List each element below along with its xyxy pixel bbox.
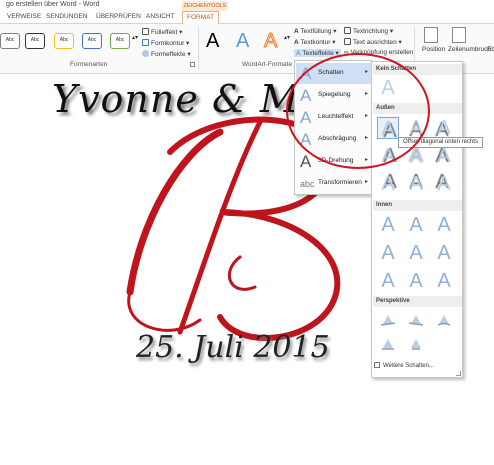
shape-effects-icon bbox=[142, 50, 149, 57]
menu-item-label: Transformieren bbox=[318, 179, 362, 186]
wordart-style-blue[interactable]: A bbox=[236, 30, 249, 53]
shadow-option-perspective-4[interactable] bbox=[379, 338, 397, 350]
align-text-button[interactable]: Text ausrichten ▾ bbox=[344, 38, 402, 46]
tab-ansicht[interactable]: ANSICHT bbox=[146, 13, 175, 20]
shadow-option-inner-2[interactable]: A bbox=[405, 214, 427, 236]
group-separator bbox=[198, 27, 199, 69]
shadow-option-outer-8[interactable]: A bbox=[405, 173, 427, 195]
shape-effects-label: Formeffekte bbox=[151, 51, 186, 58]
shadow-option-perspective-1[interactable] bbox=[379, 314, 397, 326]
more-shadows-label: Weitere Schatten... bbox=[383, 363, 434, 369]
title-bar: go erstellen über Word - Word ZEICHENTOO… bbox=[0, 0, 494, 11]
shadow-option-outer-3[interactable]: A bbox=[433, 117, 455, 139]
gallery-section-inner: Innen bbox=[373, 200, 462, 211]
wordart-style-orange[interactable]: A bbox=[263, 30, 277, 53]
shadow-option-inner-5[interactable]: A bbox=[405, 242, 427, 264]
shadow-option-inner-3[interactable]: A bbox=[433, 214, 455, 236]
text-effects-icon: A bbox=[296, 50, 301, 57]
shape-style-2[interactable]: Abc bbox=[25, 33, 45, 49]
text-effects-label: Texteffekte bbox=[302, 50, 334, 57]
position-icon[interactable] bbox=[424, 27, 438, 43]
align-text-label: Text ausrichten bbox=[353, 39, 397, 46]
name-line[interactable]: Yvonne & M bbox=[52, 77, 300, 121]
shape-style-3[interactable]: Abc bbox=[54, 33, 74, 49]
shadow-option-inner-6[interactable]: A bbox=[433, 242, 455, 264]
tab-ueberpruefen[interactable]: ÜBERPRÜFEN bbox=[96, 13, 141, 20]
window-title: go erstellen über Word - Word bbox=[6, 1, 100, 8]
formenarten-launcher-icon[interactable] bbox=[190, 62, 195, 67]
shape-effects-button[interactable]: Formeffekte ▾ bbox=[142, 50, 191, 58]
group-label-wordart: WordArt-Formate bbox=[242, 61, 293, 68]
shadow-option-inner-7[interactable]: A bbox=[377, 270, 399, 292]
shadow-options-icon bbox=[374, 362, 380, 368]
shape-outline-button[interactable]: Formkontur ▾ bbox=[142, 39, 189, 47]
text-direction-label: Textrichtung bbox=[353, 28, 389, 35]
shape-style-1[interactable]: Abc bbox=[0, 33, 20, 49]
shadow-option-inner-1[interactable]: A bbox=[377, 214, 399, 236]
position-label[interactable]: Position bbox=[422, 46, 445, 53]
resize-grip-icon[interactable] bbox=[456, 371, 461, 376]
text-fill-button[interactable]: A Textfüllung ▾ bbox=[294, 27, 337, 35]
menu-item-transform[interactable]: abc Transformieren ▸ bbox=[296, 173, 371, 194]
wrap-text-label[interactable]: Zeilenumbruch bbox=[448, 46, 491, 53]
shadow-option-perspective-2[interactable] bbox=[407, 314, 425, 326]
tab-sendungen[interactable]: SENDUNGEN bbox=[46, 13, 88, 20]
text-fill-icon: A bbox=[294, 28, 299, 35]
context-tab-group-label: ZEICHENTOOLS bbox=[182, 1, 228, 11]
shape-outline-label: Formkontur bbox=[151, 40, 185, 47]
shadow-option-outer-6[interactable]: A bbox=[433, 145, 455, 167]
align-text-icon bbox=[344, 38, 351, 45]
shadow-option-perspective-5[interactable] bbox=[407, 338, 425, 350]
pen-outline-icon bbox=[142, 39, 149, 46]
transform-icon: abc bbox=[300, 179, 315, 189]
shape-style-4[interactable]: Abc bbox=[82, 33, 102, 49]
text-direction-icon bbox=[344, 27, 351, 34]
shape-fill-button[interactable]: Fülleffekt ▾ bbox=[142, 28, 182, 36]
submenu-arrow-icon: ▸ bbox=[364, 179, 368, 185]
more-ribbon-label[interactable]: Eb bbox=[487, 46, 494, 53]
text-outline-button[interactable]: A Textkontur ▾ bbox=[294, 38, 335, 46]
paint-bucket-icon bbox=[142, 28, 149, 35]
shadow-option-inner-8[interactable]: A bbox=[405, 270, 427, 292]
text-outline-label: Textkontur bbox=[300, 39, 331, 46]
tab-verweise[interactable]: VERWEISE bbox=[7, 13, 41, 20]
more-shadows-link[interactable]: Weitere Schatten... bbox=[374, 362, 434, 369]
group-label-formenarten: Formenarten bbox=[70, 61, 108, 68]
shadow-option-inner-4[interactable]: A bbox=[377, 242, 399, 264]
ribbon-tabs: VERWEISE SENDUNGEN ÜBERPRÜFEN ANSICHT FO… bbox=[0, 11, 494, 25]
shape-style-more[interactable]: ▴▾ bbox=[132, 34, 138, 41]
shadow-option-inner-9[interactable]: A bbox=[433, 270, 455, 292]
shadow-option-perspective-3[interactable] bbox=[435, 314, 453, 326]
shape-style-5[interactable]: Abc bbox=[110, 33, 130, 49]
tab-format[interactable]: FORMAT bbox=[182, 11, 219, 25]
shadow-option-outer-7[interactable]: A bbox=[377, 173, 399, 195]
wordart-style-black[interactable]: A bbox=[206, 30, 219, 53]
text-direction-button[interactable]: Textrichtung ▾ bbox=[344, 27, 393, 35]
wrap-text-icon[interactable] bbox=[452, 27, 466, 43]
wordart-more[interactable]: ▴▾ bbox=[284, 34, 290, 41]
shape-fill-label: Fülleffekt bbox=[151, 29, 178, 36]
text-outline-icon: A bbox=[294, 39, 299, 46]
highlight-circle-annotation bbox=[286, 53, 430, 169]
date-line[interactable]: 25. Juli 2015 bbox=[136, 330, 330, 365]
3d-rotation-icon: A bbox=[300, 152, 312, 171]
gallery-section-perspective: Perspektive bbox=[373, 296, 462, 307]
shadow-option-outer-9[interactable]: A bbox=[433, 173, 455, 195]
text-fill-label: Textfüllung bbox=[300, 28, 332, 35]
